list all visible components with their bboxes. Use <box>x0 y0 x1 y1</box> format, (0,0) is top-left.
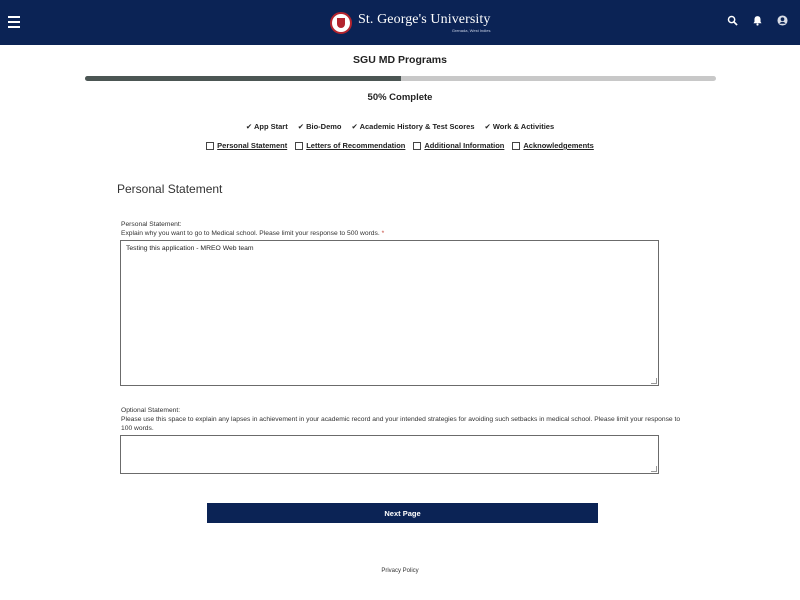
step-academic-history[interactable]: ✔ Academic History & Test Scores <box>352 122 475 131</box>
completed-steps: ✔ App Start ✔ Bio-Demo ✔ Academic Histor… <box>0 122 800 131</box>
progress-label: 50% Complete <box>367 92 433 103</box>
remaining-steps: Personal Statement Letters of Recommenda… <box>0 141 800 150</box>
step-checkbox[interactable] <box>512 141 521 150</box>
step-additional-information[interactable]: Additional Information <box>413 141 504 150</box>
menu-icon[interactable] <box>8 16 20 28</box>
resize-grip-icon[interactable] <box>651 466 657 472</box>
step-label[interactable]: Additional Information <box>424 141 504 150</box>
step-acknowledgements[interactable]: Acknowledgements <box>512 141 594 150</box>
progress-bar-fill <box>85 76 401 81</box>
step-checkbox[interactable] <box>295 141 304 150</box>
step-work-activities[interactable]: ✔ Work & Activities <box>485 122 555 131</box>
personal-statement-prompt-text: Explain why you want to go to Medical sc… <box>121 230 380 237</box>
step-label[interactable]: Personal Statement <box>217 141 287 150</box>
personal-statement-label-title: Personal Statement: <box>121 221 182 228</box>
university-logo[interactable]: St. George's University Grenada, West In… <box>330 11 491 35</box>
privacy-policy-link[interactable]: Privacy Policy <box>0 568 800 574</box>
brand-name: St. George's University <box>358 12 491 27</box>
step-personal-statement[interactable]: Personal Statement <box>206 141 287 150</box>
step-bio-demo[interactable]: ✔ Bio-Demo <box>298 122 342 131</box>
personal-statement-label: Personal Statement: Explain why you want… <box>121 220 681 238</box>
optional-statement-prompt: Please use this space to explain any lap… <box>121 416 681 432</box>
personal-statement-prompt: Explain why you want to go to Medical sc… <box>121 229 681 238</box>
section-title: Personal Statement <box>117 182 223 196</box>
optional-statement-label: Optional Statement: Please use this spac… <box>121 406 681 433</box>
required-indicator: * <box>381 230 385 237</box>
step-app-start[interactable]: ✔ App Start <box>246 122 288 131</box>
step-checkbox[interactable] <box>413 141 422 150</box>
top-navbar: St. George's University Grenada, West In… <box>0 0 800 45</box>
resize-grip-icon[interactable] <box>651 378 657 384</box>
next-page-button[interactable]: Next Page <box>207 503 598 523</box>
step-checkbox[interactable] <box>206 141 215 150</box>
search-icon[interactable] <box>727 15 738 26</box>
personal-statement-textarea[interactable]: Testing this application - MREO Web team <box>120 240 659 386</box>
brand-subtitle: Grenada, West Indies <box>451 28 491 33</box>
university-seal-icon <box>330 12 352 34</box>
program-title: SGU MD Programs <box>353 54 447 66</box>
step-label[interactable]: Letters of Recommendation <box>306 141 405 150</box>
optional-statement-label-title: Optional Statement: <box>121 407 181 414</box>
bell-icon[interactable] <box>752 15 763 26</box>
step-label[interactable]: Acknowledgements <box>523 141 593 150</box>
optional-statement-textarea[interactable] <box>120 435 659 474</box>
user-icon[interactable] <box>777 15 788 26</box>
progress-bar <box>85 76 716 81</box>
step-letters-of-recommendation[interactable]: Letters of Recommendation <box>295 141 405 150</box>
